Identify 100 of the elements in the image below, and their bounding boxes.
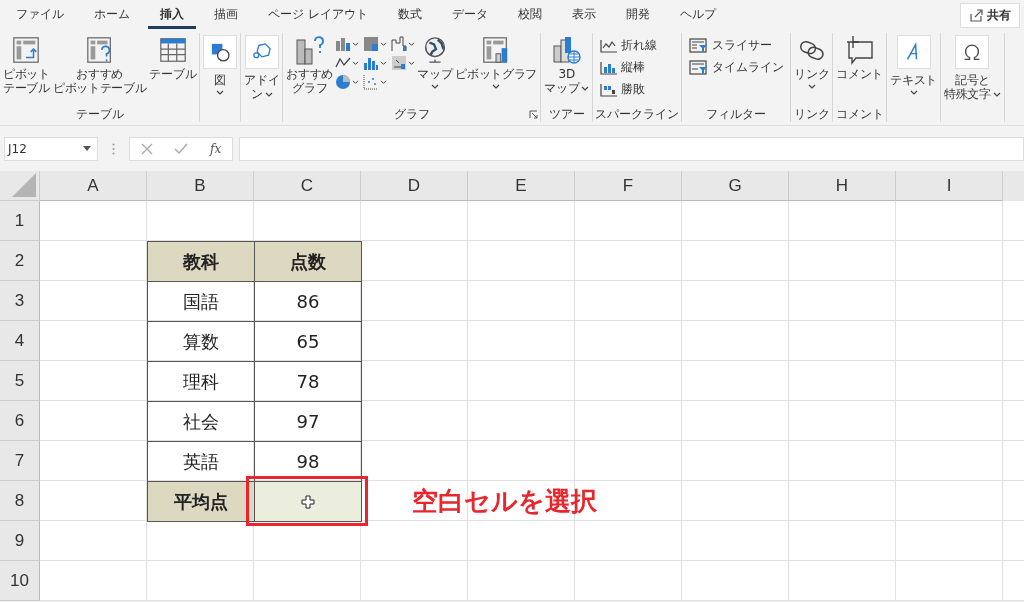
chart-type-button[interactable] — [391, 36, 416, 52]
caret-icon — [408, 41, 416, 47]
ribbon-button[interactable]: おすすめ グラフ — [285, 33, 335, 95]
cancel-icon[interactable] — [140, 142, 153, 155]
group-label: グラフ — [393, 105, 430, 123]
caret-icon — [352, 79, 360, 85]
share-button[interactable]: 共有 — [960, 2, 1020, 28]
selected-cell[interactable] — [254, 481, 362, 522]
share-label: 共有 — [987, 6, 1011, 24]
insert-function-button[interactable]: fx — [210, 141, 222, 156]
chart-type-button[interactable] — [335, 36, 360, 52]
annotation-text: 空白セルを選択 — [412, 484, 597, 518]
group-label: フィルター — [706, 105, 767, 123]
line-sparkline-icon — [600, 38, 619, 53]
ribbon-button[interactable]: 3D マップ — [543, 33, 591, 95]
menu-tab[interactable]: 挿入 — [148, 1, 196, 29]
bar-chart-question-icon — [293, 34, 326, 66]
formula-field[interactable] — [239, 136, 1024, 161]
scatter-chart-icon — [363, 74, 380, 90]
pie-chart-icon — [335, 74, 352, 90]
treemap-chart-icon — [363, 36, 380, 52]
buildings-globe-icon — [550, 34, 583, 66]
ribbon-button[interactable]: 折れ線 — [596, 36, 662, 55]
column-header[interactable]: F — [575, 171, 682, 201]
header-cell[interactable]: 平均点 — [147, 481, 255, 522]
column-chart-icon — [335, 36, 352, 52]
share-icon — [969, 8, 983, 22]
combo-chart-icon — [391, 55, 408, 71]
menu-tab[interactable]: 開発 — [613, 1, 662, 29]
column-header[interactable]: D — [361, 171, 468, 201]
ribbon-button[interactable]: リンク — [793, 33, 831, 90]
menu-tab[interactable]: ヘルプ — [667, 1, 728, 29]
ribbon-button[interactable]: ピボット テーブル — [2, 33, 51, 95]
slicer-icon — [689, 37, 710, 54]
group-label: テーブル — [75, 105, 124, 123]
menu-tab[interactable]: データ — [439, 1, 500, 29]
column-header[interactable]: I — [896, 171, 1003, 201]
bar-chart-icon — [363, 55, 380, 71]
ribbon-button[interactable]: マップ — [416, 33, 454, 90]
row-header[interactable]: 2 — [0, 241, 40, 281]
ribbon-button[interactable]: おすすめ ピボットテーブル — [51, 33, 148, 95]
dialog-launcher-icon[interactable] — [529, 109, 539, 119]
table-grid-icon — [157, 35, 188, 65]
caret-icon — [380, 41, 388, 47]
menu-tab[interactable]: ファイル — [4, 1, 76, 29]
caret-icon — [380, 79, 388, 85]
column-header[interactable]: C — [254, 171, 361, 201]
group-label: コメント — [835, 105, 884, 123]
ribbon-button[interactable]: スライサー — [685, 36, 789, 55]
ribbon-button[interactable]: ピボットグラフ — [454, 33, 539, 90]
group-label: リンク — [793, 105, 830, 123]
caret-icon — [352, 41, 360, 47]
row-header[interactable]: 7 — [0, 441, 40, 481]
caret-icon — [380, 60, 388, 66]
row-header[interactable]: 8 — [0, 481, 40, 521]
header-cell[interactable]: 点数 — [254, 241, 362, 282]
header-cell[interactable]: 教科 — [147, 241, 255, 282]
waterfall-chart-icon — [391, 36, 408, 52]
row-header[interactable]: 9 — [0, 521, 40, 561]
ribbon-button[interactable]: コメント — [835, 33, 885, 81]
chart-type-button[interactable] — [391, 55, 416, 71]
chart-type-button[interactable] — [363, 55, 388, 71]
row-header[interactable]: 1 — [0, 201, 40, 241]
ribbon-button[interactable]: 勝敗 — [596, 80, 662, 99]
chart-type-button[interactable] — [335, 74, 360, 90]
ribbon-button[interactable]: アドイ ン — [243, 33, 281, 101]
menu-tab[interactable]: 描画 — [202, 1, 250, 29]
ribbon-button[interactable]: 記号と 特殊文字 — [943, 33, 1002, 101]
check-icon[interactable] — [174, 142, 189, 155]
column-sparkline-icon — [600, 60, 619, 75]
caret-icon — [408, 60, 416, 66]
menu-tab[interactable]: ホーム — [82, 1, 142, 29]
ribbon-button[interactable]: テキスト — [889, 33, 938, 96]
ribbon-button[interactable]: 縦棒 — [596, 58, 662, 77]
splitter-icon — [112, 142, 115, 155]
chart-type-button[interactable] — [363, 36, 388, 52]
column-header[interactable]: A — [40, 171, 147, 201]
win-loss-icon — [600, 82, 619, 97]
caret-icon — [352, 60, 360, 66]
row-header[interactable]: 3 — [0, 281, 40, 321]
cross-cursor-icon — [301, 494, 315, 509]
row-header[interactable]: 4 — [0, 321, 40, 361]
row-header[interactable]: 6 — [0, 401, 40, 441]
row-header[interactable]: 10 — [0, 561, 40, 601]
name-box[interactable]: J12 — [4, 136, 98, 161]
ribbon-button[interactable]: タイムライン — [685, 58, 789, 77]
ribbon-button[interactable]: テーブル — [148, 33, 198, 81]
column-header[interactable]: H — [789, 171, 896, 201]
menu-tab[interactable]: 校閲 — [505, 1, 554, 29]
column-header[interactable]: B — [147, 171, 254, 201]
row-header[interactable]: 5 — [0, 361, 40, 401]
pivot-table-icon — [11, 35, 42, 65]
menu-tab[interactable]: ページ レイアウト — [256, 1, 380, 29]
column-header[interactable]: G — [682, 171, 789, 201]
column-header[interactable]: E — [468, 171, 575, 201]
timeline-icon — [689, 59, 710, 76]
group-label: スパークライン — [595, 105, 680, 123]
menu-tab[interactable]: 数式 — [385, 1, 434, 29]
group-label: ツアー — [548, 105, 585, 123]
menu-tab[interactable]: 表示 — [559, 1, 608, 29]
